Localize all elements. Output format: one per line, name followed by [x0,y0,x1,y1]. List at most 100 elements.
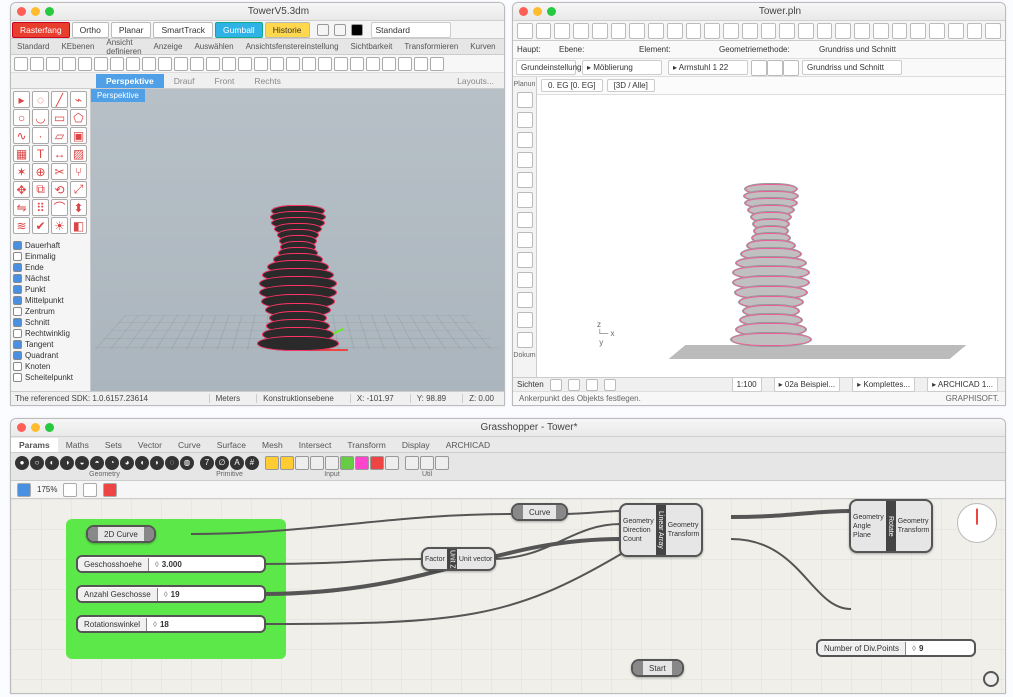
chk-naechst[interactable] [13,274,22,283]
chk-zentrum[interactable] [13,307,22,316]
panel-icon[interactable] [280,456,294,470]
zoom-icon[interactable] [63,483,77,497]
slider-div-points[interactable]: Number of Div.Points9 [816,639,976,657]
geom-icon[interactable] [751,60,767,76]
tab-transformieren[interactable]: Transformieren [398,40,464,53]
morph-icon[interactable] [798,23,814,39]
zoom-icon[interactable] [45,423,54,432]
view-field[interactable]: ▸ Komplettes... [852,377,915,392]
print-icon[interactable] [62,57,76,71]
morph-icon[interactable] [517,232,533,248]
join-icon[interactable]: ⊕ [32,163,49,180]
prim-icon[interactable]: A [230,456,244,470]
filter-icon[interactable] [317,24,329,36]
more-icon[interactable] [517,332,533,348]
pointer-icon[interactable]: ▸ [13,91,30,108]
chk-rechtwinklig[interactable] [13,329,22,338]
prim-icon[interactable]: 7 [200,456,214,470]
zoom-value[interactable]: 175% [37,485,57,494]
geom-icon[interactable]: ◌ [165,456,179,470]
undo-icon[interactable] [554,23,570,39]
section-icon[interactable] [517,292,533,308]
geom-icon[interactable]: ◓ [90,456,104,470]
tab-surface[interactable]: Surface [209,438,254,452]
close-icon[interactable] [17,7,26,16]
chk-quadrant[interactable] [13,351,22,360]
layouts-link[interactable]: Layouts... [447,74,504,88]
element-field[interactable]: ▸ Armstuhl 1 22 [668,60,748,75]
slider-anzahl-geschosse[interactable]: Anzahl Geschosse19 [76,585,266,603]
surface-icon[interactable]: ▱ [51,127,68,144]
prog-field[interactable]: ▸ ARCHICAD 1... [927,377,998,392]
chk-mittelpunkt[interactable] [13,296,22,305]
explode-icon[interactable]: ✶ [13,163,30,180]
cut-icon[interactable] [78,57,92,71]
canvas-end-icon[interactable] [983,671,999,687]
redo-icon[interactable] [142,57,156,71]
tab-vector[interactable]: Vector [130,438,170,452]
shade-icon[interactable] [222,57,236,71]
geom-icon[interactable]: ○ [30,456,44,470]
param-start[interactable]: Start [631,659,684,677]
tab-auswaehlen[interactable]: Auswählen [188,40,239,53]
zoom-icon[interactable] [45,7,54,16]
tool-icon[interactable] [430,57,444,71]
tool-icon[interactable] [382,57,396,71]
snap-historie[interactable]: Historie [265,22,310,38]
rhino-viewport[interactable]: Perspektive [91,89,504,391]
hatch-icon[interactable]: ▨ [70,145,87,162]
pan-icon[interactable] [158,57,172,71]
nav-icon[interactable] [568,379,580,391]
util-icon[interactable] [435,456,449,470]
crumb-3d[interactable]: [3D / Alle] [607,79,655,92]
tool-icon[interactable] [366,57,380,71]
mirror-icon[interactable]: ⇋ [13,199,30,216]
polyline-icon[interactable]: ⌁ [70,91,87,108]
tool-icon[interactable] [398,57,412,71]
wall-icon[interactable] [517,112,533,128]
mesh-icon[interactable] [517,272,533,288]
zoom-icon[interactable] [547,7,556,16]
roof-icon[interactable] [517,152,533,168]
tool-icon[interactable] [318,57,332,71]
tab-transform[interactable]: Transform [339,438,393,452]
dim-icon[interactable]: ↔ [51,145,68,162]
split-icon[interactable]: ⑂ [70,163,87,180]
rotate-icon[interactable] [174,57,188,71]
help-icon[interactable] [286,57,300,71]
panel-icon[interactable] [265,456,279,470]
tab-sets[interactable]: Sets [97,438,130,452]
render-icon[interactable] [238,57,252,71]
tab-curve[interactable]: Curve [170,438,209,452]
line-icon[interactable]: ╱ [51,91,68,108]
style-dropdown[interactable]: Standard [371,22,451,38]
snap-gumball[interactable]: Gumball [215,22,263,38]
arrow-icon[interactable] [517,23,533,39]
save-icon[interactable] [46,57,60,71]
undo-icon[interactable] [126,57,140,71]
minimize-icon[interactable] [31,7,40,16]
array-icon[interactable]: ⠿ [32,199,49,216]
fillet-icon[interactable]: ⌒ [51,199,68,216]
arc-icon[interactable]: ◡ [32,109,49,126]
method-field[interactable]: Grundriss und Schnitt [802,60,902,75]
compass-icon[interactable] [957,503,997,543]
prim-icon[interactable]: # [245,456,259,470]
new-icon[interactable] [14,57,28,71]
color-icon[interactable] [355,456,369,470]
move-icon[interactable]: ✥ [13,181,30,198]
radio-dauerhaft[interactable] [13,241,22,250]
line-icon[interactable] [948,23,964,39]
text-icon[interactable] [892,23,908,39]
geom-icon[interactable]: ◖ [135,456,149,470]
util-icon[interactable] [405,456,419,470]
knob-icon[interactable] [325,456,339,470]
slab-icon[interactable] [517,132,533,148]
preview-icon[interactable] [83,483,97,497]
tab-sichtbarkeit[interactable]: Sichtbarkeit [345,40,399,53]
copy-icon[interactable] [94,57,108,71]
slab-icon[interactable] [686,23,702,39]
paste-icon[interactable] [110,57,124,71]
geom-icon[interactable]: ● [15,456,29,470]
nav-icon[interactable] [586,379,598,391]
